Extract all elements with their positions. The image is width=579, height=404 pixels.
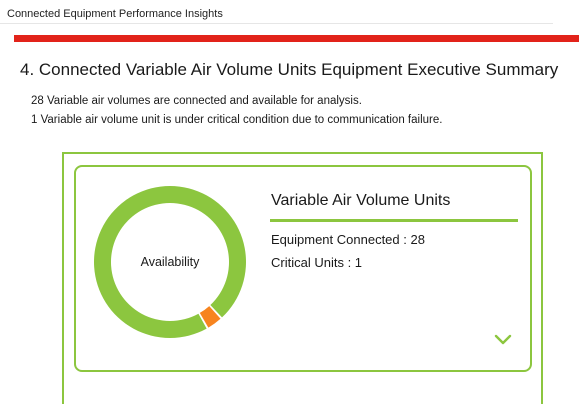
critical-units-stat: Critical Units : 1	[271, 255, 363, 270]
header-divider	[0, 23, 553, 24]
summary-line-critical: 1 Variable air volume unit is under crit…	[31, 114, 443, 126]
donut-center-label: Availability	[141, 255, 201, 269]
chevron-down-icon[interactable]	[494, 334, 512, 346]
report-header-title: Connected Equipment Performance Insights	[7, 8, 223, 20]
card-title-underline	[270, 219, 518, 222]
availability-donut-chart: Availability	[94, 186, 246, 338]
card-title: Variable Air Volume Units	[271, 192, 451, 209]
equipment-connected-stat: Equipment Connected : 28	[271, 232, 425, 247]
section-title: 4. Connected Variable Air Volume Units E…	[20, 60, 559, 79]
summary-line-connected: 28 Variable air volumes are connected an…	[31, 95, 362, 107]
brand-red-bar	[14, 35, 579, 42]
